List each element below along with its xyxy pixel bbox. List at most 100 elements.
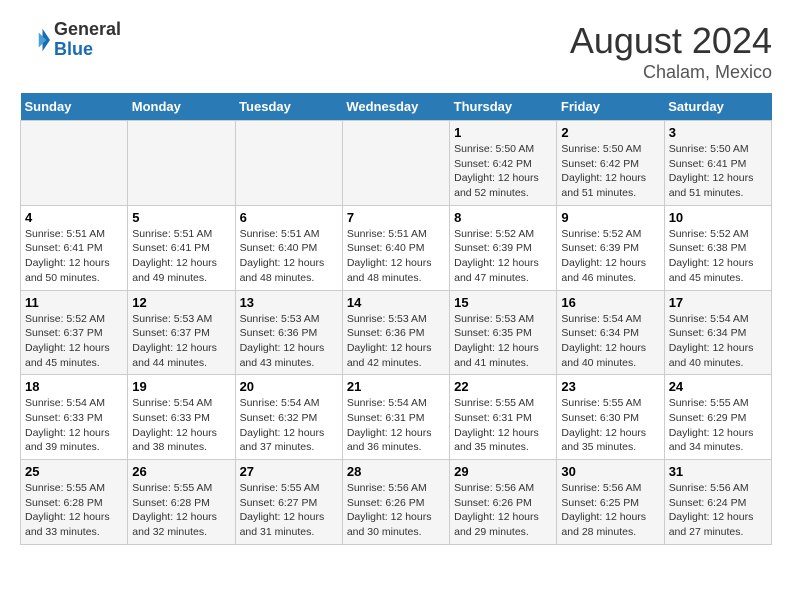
calendar-cell: 27 Sunrise: 5:55 AM Sunset: 6:27 PM Dayli… (235, 460, 342, 545)
day-number: 6 (240, 210, 338, 225)
calendar-cell: 6 Sunrise: 5:51 AM Sunset: 6:40 PM Daylig… (235, 205, 342, 290)
day-number: 15 (454, 295, 552, 310)
day-number: 16 (561, 295, 659, 310)
day-number: 18 (25, 379, 123, 394)
day-info: Sunrise: 5:54 AM Sunset: 6:34 PM Dayligh… (561, 312, 659, 371)
calendar-cell: 2 Sunrise: 5:50 AM Sunset: 6:42 PM Daylig… (557, 121, 664, 206)
day-info: Sunrise: 5:55 AM Sunset: 6:31 PM Dayligh… (454, 396, 552, 455)
calendar-title: August 2024 (570, 20, 772, 62)
weekday-header-monday: Monday (128, 93, 235, 121)
calendar-week-row: 4 Sunrise: 5:51 AM Sunset: 6:41 PM Daylig… (21, 205, 772, 290)
day-number: 10 (669, 210, 767, 225)
calendar-subtitle: Chalam, Mexico (570, 62, 772, 83)
day-info: Sunrise: 5:55 AM Sunset: 6:27 PM Dayligh… (240, 481, 338, 540)
day-number: 9 (561, 210, 659, 225)
calendar-cell: 31 Sunrise: 5:56 AM Sunset: 6:24 PM Dayli… (664, 460, 771, 545)
calendar-cell (128, 121, 235, 206)
weekday-header-friday: Friday (557, 93, 664, 121)
calendar-cell: 24Sunrise: 5:55 AM Sunset: 6:29 PM Dayli… (664, 375, 771, 460)
day-info: Sunrise: 5:56 AM Sunset: 6:26 PM Dayligh… (347, 481, 445, 540)
day-info: Sunrise: 5:54 AM Sunset: 6:32 PM Dayligh… (240, 396, 338, 455)
calendar-cell: 21 Sunrise: 5:54 AM Sunset: 6:31 PM Dayli… (342, 375, 449, 460)
day-number: 7 (347, 210, 445, 225)
day-number: 14 (347, 295, 445, 310)
day-info: Sunrise: 5:50 AM Sunset: 6:42 PM Dayligh… (561, 142, 659, 201)
day-info: Sunrise: 5:54 AM Sunset: 6:34 PM Dayligh… (669, 312, 767, 371)
day-number: 13 (240, 295, 338, 310)
calendar-cell: 1 Sunrise: 5:50 AM Sunset: 6:42 PM Daylig… (450, 121, 557, 206)
calendar-cell: 8 Sunrise: 5:52 AM Sunset: 6:39 PM Daylig… (450, 205, 557, 290)
day-info: Sunrise: 5:52 AM Sunset: 6:39 PM Dayligh… (454, 227, 552, 286)
weekday-header-wednesday: Wednesday (342, 93, 449, 121)
calendar-cell: 29 Sunrise: 5:56 AM Sunset: 6:26 PM Dayli… (450, 460, 557, 545)
day-info: Sunrise: 5:55 AM Sunset: 6:30 PM Dayligh… (561, 396, 659, 455)
day-number: 30 (561, 464, 659, 479)
day-info: Sunrise: 5:55 AM Sunset: 6:29 PM Dayligh… (669, 396, 767, 455)
title-block: August 2024 Chalam, Mexico (570, 20, 772, 83)
day-number: 23 (561, 379, 659, 394)
day-info: Sunrise: 5:51 AM Sunset: 6:41 PM Dayligh… (132, 227, 230, 286)
calendar-cell: 14 Sunrise: 5:53 AM Sunset: 6:36 PM Dayli… (342, 290, 449, 375)
day-info: Sunrise: 5:50 AM Sunset: 6:41 PM Dayligh… (669, 142, 767, 201)
day-number: 12 (132, 295, 230, 310)
calendar-cell: 17 Sunrise: 5:54 AM Sunset: 6:34 PM Dayli… (664, 290, 771, 375)
day-number: 17 (669, 295, 767, 310)
day-number: 21 (347, 379, 445, 394)
logo-icon (20, 25, 50, 55)
day-info: Sunrise: 5:56 AM Sunset: 6:25 PM Dayligh… (561, 481, 659, 540)
weekday-header-thursday: Thursday (450, 93, 557, 121)
day-info: Sunrise: 5:56 AM Sunset: 6:24 PM Dayligh… (669, 481, 767, 540)
day-info: Sunrise: 5:54 AM Sunset: 6:31 PM Dayligh… (347, 396, 445, 455)
day-info: Sunrise: 5:54 AM Sunset: 6:33 PM Dayligh… (25, 396, 123, 455)
day-number: 4 (25, 210, 123, 225)
day-info: Sunrise: 5:51 AM Sunset: 6:40 PM Dayligh… (347, 227, 445, 286)
calendar-cell (235, 121, 342, 206)
day-number: 28 (347, 464, 445, 479)
day-info: Sunrise: 5:53 AM Sunset: 6:36 PM Dayligh… (240, 312, 338, 371)
day-info: Sunrise: 5:51 AM Sunset: 6:41 PM Dayligh… (25, 227, 123, 286)
calendar-cell: 16 Sunrise: 5:54 AM Sunset: 6:34 PM Dayli… (557, 290, 664, 375)
page-header: General Blue August 2024 Chalam, Mexico (20, 20, 772, 83)
weekday-header-saturday: Saturday (664, 93, 771, 121)
calendar-week-row: 18 Sunrise: 5:54 AM Sunset: 6:33 PM Dayli… (21, 375, 772, 460)
calendar-cell: 18 Sunrise: 5:54 AM Sunset: 6:33 PM Dayli… (21, 375, 128, 460)
logo: General Blue (20, 20, 121, 60)
calendar-cell: 13 Sunrise: 5:53 AM Sunset: 6:36 PM Dayli… (235, 290, 342, 375)
weekday-header-row: SundayMondayTuesdayWednesdayThursdayFrid… (21, 93, 772, 121)
calendar-cell: 4 Sunrise: 5:51 AM Sunset: 6:41 PM Daylig… (21, 205, 128, 290)
calendar-cell: 30 Sunrise: 5:56 AM Sunset: 6:25 PM Dayli… (557, 460, 664, 545)
calendar-cell: 5Sunrise: 5:51 AM Sunset: 6:41 PM Daylig… (128, 205, 235, 290)
day-number: 8 (454, 210, 552, 225)
calendar-cell: 28 Sunrise: 5:56 AM Sunset: 6:26 PM Dayli… (342, 460, 449, 545)
calendar-cell: 12 Sunrise: 5:53 AM Sunset: 6:37 PM Dayli… (128, 290, 235, 375)
calendar-cell: 19 Sunrise: 5:54 AM Sunset: 6:33 PM Dayli… (128, 375, 235, 460)
day-info: Sunrise: 5:50 AM Sunset: 6:42 PM Dayligh… (454, 142, 552, 201)
logo-general-text: General (54, 20, 121, 40)
day-number: 11 (25, 295, 123, 310)
weekday-header-tuesday: Tuesday (235, 93, 342, 121)
day-info: Sunrise: 5:54 AM Sunset: 6:33 PM Dayligh… (132, 396, 230, 455)
calendar-cell: 26Sunrise: 5:55 AM Sunset: 6:28 PM Dayli… (128, 460, 235, 545)
day-number: 27 (240, 464, 338, 479)
calendar-cell (21, 121, 128, 206)
day-info: Sunrise: 5:53 AM Sunset: 6:37 PM Dayligh… (132, 312, 230, 371)
calendar-cell: 20 Sunrise: 5:54 AM Sunset: 6:32 PM Dayli… (235, 375, 342, 460)
day-number: 1 (454, 125, 552, 140)
calendar-week-row: 11Sunrise: 5:52 AM Sunset: 6:37 PM Dayli… (21, 290, 772, 375)
day-info: Sunrise: 5:51 AM Sunset: 6:40 PM Dayligh… (240, 227, 338, 286)
calendar-cell: 7 Sunrise: 5:51 AM Sunset: 6:40 PM Daylig… (342, 205, 449, 290)
day-number: 2 (561, 125, 659, 140)
day-number: 31 (669, 464, 767, 479)
day-number: 20 (240, 379, 338, 394)
day-number: 19 (132, 379, 230, 394)
day-info: Sunrise: 5:55 AM Sunset: 6:28 PM Dayligh… (132, 481, 230, 540)
day-info: Sunrise: 5:56 AM Sunset: 6:26 PM Dayligh… (454, 481, 552, 540)
logo-blue-text: Blue (54, 40, 121, 60)
day-number: 29 (454, 464, 552, 479)
day-info: Sunrise: 5:55 AM Sunset: 6:28 PM Dayligh… (25, 481, 123, 540)
calendar-cell: 23 Sunrise: 5:55 AM Sunset: 6:30 PM Dayli… (557, 375, 664, 460)
day-info: Sunrise: 5:53 AM Sunset: 6:36 PM Dayligh… (347, 312, 445, 371)
calendar-cell: 15Sunrise: 5:53 AM Sunset: 6:35 PM Dayli… (450, 290, 557, 375)
day-info: Sunrise: 5:52 AM Sunset: 6:38 PM Dayligh… (669, 227, 767, 286)
day-info: Sunrise: 5:52 AM Sunset: 6:39 PM Dayligh… (561, 227, 659, 286)
